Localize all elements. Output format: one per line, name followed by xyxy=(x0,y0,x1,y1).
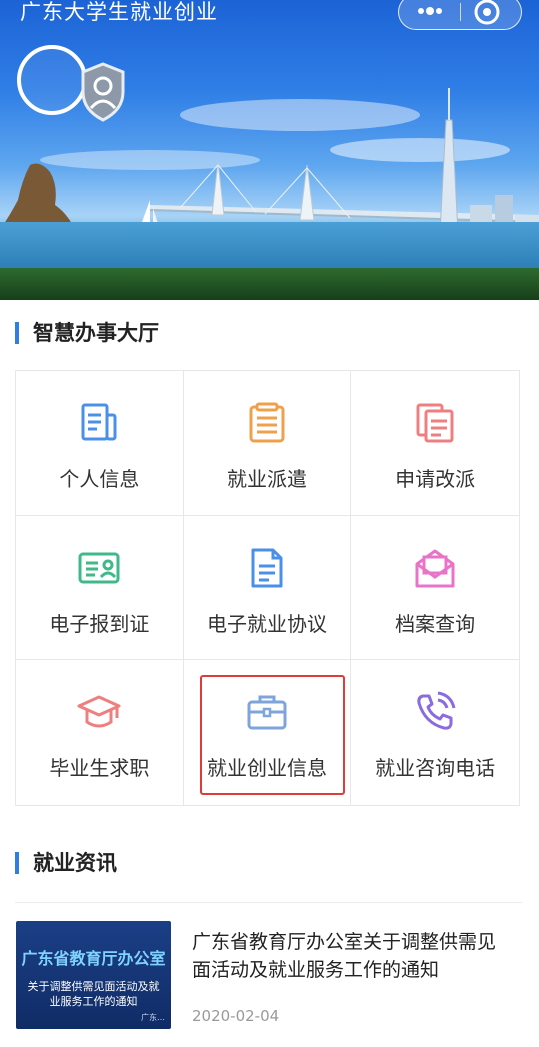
copy-document-icon xyxy=(416,403,454,443)
service-label: 个人信息 xyxy=(59,467,140,491)
file-text-icon xyxy=(251,548,283,588)
service-e-employment-agreement[interactable]: 电子就业协议 xyxy=(183,515,352,661)
service-label: 就业创业信息 xyxy=(206,756,327,781)
list-icon xyxy=(249,402,285,443)
briefcase-icon xyxy=(247,695,287,730)
phone-call-icon xyxy=(417,691,456,730)
service-apply-reassign[interactable]: 申请改派 xyxy=(351,371,519,516)
news-thumbnail[interactable]: 广东省教育厅办公室 关于调整供需见面活动及就业服务工作的通知 广东… xyxy=(16,921,171,1029)
news-date: 2020-02-04 xyxy=(192,1007,280,1025)
service-label: 就业咨询电话 xyxy=(375,756,496,781)
id-card-icon xyxy=(78,552,120,584)
target-icon[interactable] xyxy=(473,0,501,26)
divider xyxy=(15,902,522,903)
service-e-report-card[interactable]: 电子报到证 xyxy=(16,515,184,661)
service-grid: 个人信息 就业派遣 申请改派 电子报到证 电子就业协议 档案查询 毕业生求职 就… xyxy=(15,370,520,806)
thumbnail-subtitle: 关于调整供需见面活动及就业服务工作的通知 xyxy=(27,980,160,1008)
service-label: 毕业生求职 xyxy=(49,756,150,781)
hall-section-title: 智慧办事大厅 xyxy=(15,322,159,344)
miniprogram-capsule[interactable] xyxy=(398,0,522,30)
news-title[interactable]: 广东省教育厅办公室关于调整供需见面活动及就业服务工作的通知 xyxy=(192,928,514,984)
service-label: 档案查询 xyxy=(395,611,476,636)
document-icon xyxy=(81,403,117,441)
thumbnail-title: 广东省教育厅办公室 xyxy=(21,949,166,968)
envelope-icon xyxy=(415,549,455,588)
news-section-title: 就业资讯 xyxy=(15,852,117,874)
capsule-divider xyxy=(460,3,461,21)
service-personal-info[interactable]: 个人信息 xyxy=(16,371,184,516)
service-employment-entrepreneurship-info[interactable]: 就业创业信息 xyxy=(184,660,352,805)
treeline xyxy=(0,268,539,300)
graduation-cap-icon xyxy=(77,695,121,728)
service-archive-query[interactable]: 档案查询 xyxy=(351,516,519,661)
app-title: 广东大学生就业创业 xyxy=(20,0,218,24)
thumbnail-source: 广东… xyxy=(141,1013,165,1022)
service-label: 申请改派 xyxy=(395,467,476,491)
service-label: 电子就业协议 xyxy=(206,611,327,636)
service-employment-hotline[interactable]: 就业咨询电话 xyxy=(351,660,519,805)
verified-user-badge-icon xyxy=(81,62,125,122)
avatar[interactable] xyxy=(17,45,87,115)
service-graduate-job-search[interactable]: 毕业生求职 xyxy=(16,660,184,805)
more-dots-icon[interactable] xyxy=(413,1,447,21)
service-employment-dispatch[interactable]: 就业派遣 xyxy=(183,371,352,516)
service-label: 电子报到证 xyxy=(49,611,150,636)
header-banner: 广东大学生就业创业 xyxy=(0,0,539,300)
service-label: 就业派遣 xyxy=(226,467,307,491)
